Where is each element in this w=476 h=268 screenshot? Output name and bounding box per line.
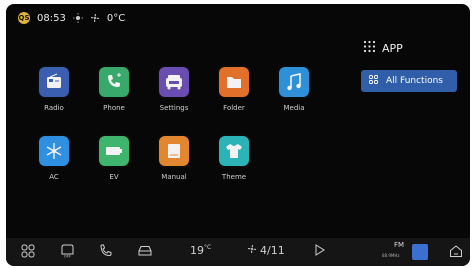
- book-icon: [159, 136, 189, 166]
- fan-icon[interactable]: [90, 13, 100, 23]
- all-functions-button[interactable]: All Functions: [361, 70, 457, 92]
- app-label: Media: [283, 104, 305, 112]
- all-functions-icon: [369, 75, 378, 87]
- app-ac[interactable]: AC: [29, 136, 79, 181]
- fan-speed-icon: [247, 244, 257, 257]
- app-label: AC: [49, 173, 59, 181]
- app-media[interactable]: Media: [269, 67, 319, 112]
- radio-icon: [39, 67, 69, 97]
- seat-heat-off-icon[interactable]: OFF: [60, 244, 75, 258]
- clock-badge-icon: QS: [18, 12, 30, 24]
- brightness-icon[interactable]: [72, 13, 83, 23]
- app-panel-title: APP: [382, 41, 403, 55]
- svg-text:OFF: OFF: [64, 255, 71, 259]
- bottom-dock: OFF 19 °C 4/11 FM 88.9MHz: [6, 238, 470, 266]
- infotainment-screen: QS 08:53 0°C Radio Phone Settings Folder: [6, 4, 470, 266]
- status-bar: QS 08:53 0°C: [18, 10, 125, 26]
- app-label: Phone: [103, 104, 125, 112]
- home-grid-icon[interactable]: [21, 244, 35, 258]
- app-label: Theme: [221, 173, 247, 181]
- settings-icon: [159, 67, 189, 97]
- grid-dots-icon: [363, 40, 376, 56]
- play-icon[interactable]: [314, 244, 325, 256]
- fan-speed-value: 4/11: [260, 244, 285, 257]
- snowflake-icon: [39, 136, 69, 166]
- status-time: 08:53: [37, 12, 66, 24]
- app-manual[interactable]: Manual: [149, 136, 199, 181]
- home-icon[interactable]: [449, 244, 463, 258]
- folder-icon: [219, 67, 249, 97]
- dock-fan-speed[interactable]: 4/11: [247, 244, 285, 257]
- dock-temperature-value: 19: [190, 244, 204, 257]
- phone-dock-icon[interactable]: [99, 244, 112, 257]
- fm-radio-widget[interactable]: FM 88.9MHz: [372, 240, 432, 264]
- music-icon: [279, 67, 309, 97]
- battery-icon: [99, 136, 129, 166]
- status-temperature: 0°C: [106, 12, 126, 24]
- app-label: EV: [109, 173, 119, 181]
- fm-label: FM: [394, 241, 405, 249]
- album-art-icon: [412, 244, 428, 260]
- app-label: Settings: [159, 104, 189, 112]
- fm-frequency: 88.9MHz: [382, 253, 400, 258]
- all-functions-label: All Functions: [386, 76, 443, 86]
- app-label: Folder: [223, 104, 245, 112]
- app-ev[interactable]: EV: [89, 136, 139, 181]
- app-folder[interactable]: Folder: [209, 67, 259, 112]
- app-radio[interactable]: Radio: [29, 67, 79, 112]
- car-icon[interactable]: [137, 244, 153, 257]
- dock-temperature[interactable]: 19 °C: [190, 244, 211, 257]
- app-panel-heading: APP: [363, 40, 403, 56]
- app-phone[interactable]: Phone: [89, 67, 139, 112]
- app-label: Radio: [44, 104, 64, 112]
- phone-icon: [99, 67, 129, 97]
- app-settings[interactable]: Settings: [149, 67, 199, 112]
- app-theme[interactable]: Theme: [209, 136, 259, 181]
- dock-temperature-unit: °C: [204, 244, 212, 251]
- app-label: Manual: [161, 173, 187, 181]
- shirt-icon: [219, 136, 249, 166]
